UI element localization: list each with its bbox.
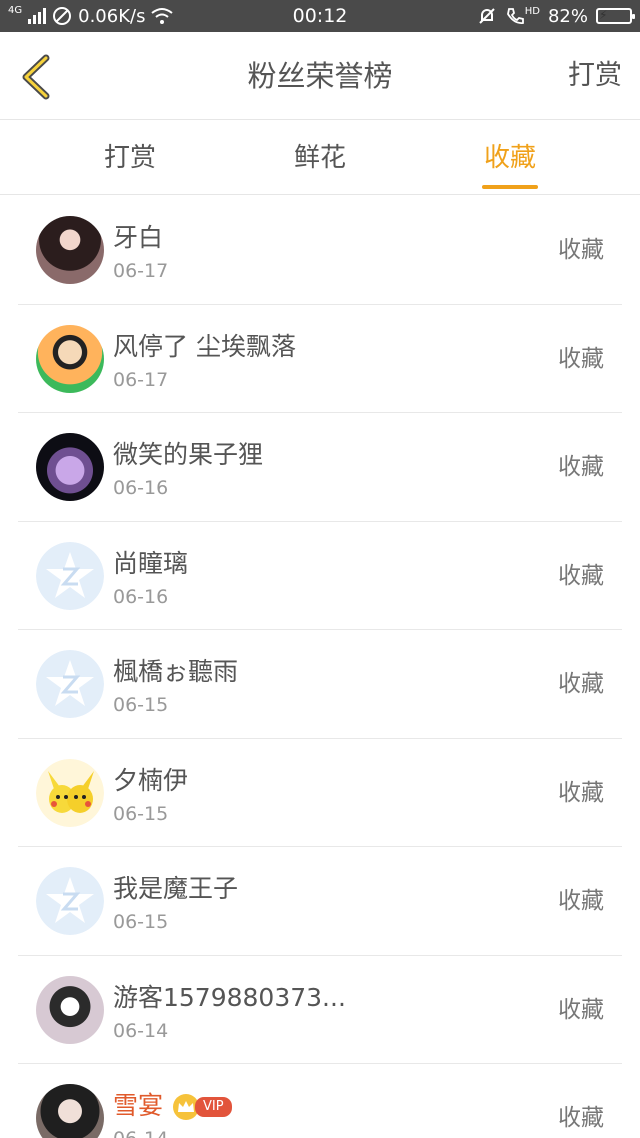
action-label: 收藏: [558, 562, 604, 589]
hd-label: HD: [524, 6, 540, 17]
list-item[interactable]: 尚瞳璃 06-16 收藏: [18, 522, 622, 630]
header: 粉丝荣誉榜 打赏: [0, 32, 640, 120]
user-name: 夕楠伊: [113, 765, 189, 795]
user-name: 牙白: [113, 223, 164, 252]
pikachu-avatar: [36, 758, 104, 827]
user-name: 尚瞳璃: [113, 548, 189, 578]
list-item[interactable]: 风停了 尘埃飘落 06-17 收藏: [18, 305, 622, 413]
battery-percent: 82%: [547, 5, 588, 27]
tab-reward[interactable]: 打赏: [70, 121, 190, 195]
mute-bell-icon: [479, 8, 495, 24]
hd-call-icon: HD: [505, 6, 540, 26]
user-name: 楓橋ぉ聽雨: [113, 657, 239, 686]
tab-active-indicator: [482, 185, 538, 189]
user-name: 游客1579880373...: [113, 982, 346, 1012]
vip-label: VIP: [194, 1097, 232, 1117]
tab-label: 收藏: [483, 143, 536, 173]
action-label: 收藏: [558, 345, 604, 372]
date: 06-16: [113, 477, 169, 499]
page-title: 粉丝荣誉榜: [247, 59, 393, 93]
action-label: 收藏: [558, 888, 604, 914]
user-name: 风停了 尘埃飘落: [113, 331, 296, 361]
default-avatar-icon: [36, 867, 104, 935]
date: 06-15: [113, 911, 169, 933]
list-item[interactable]: 我是魔王子 06-15 收藏: [18, 847, 622, 956]
default-avatar-icon: [36, 650, 104, 718]
action-label: 收藏: [558, 779, 604, 806]
action-label: 收藏: [558, 1105, 604, 1131]
date: 06-17: [113, 368, 169, 391]
status-right: HD 82% ⚡: [477, 0, 635, 32]
date: 06-14: [113, 1019, 169, 1042]
action-label: 收藏: [558, 237, 604, 263]
date: 06-17: [113, 260, 169, 282]
user-name: 微笑的果子狸: [113, 440, 264, 469]
date: 06-16: [113, 585, 169, 608]
tab-label: 打赏: [103, 143, 156, 173]
avatar: [36, 975, 104, 1044]
date: 06-15: [113, 694, 169, 716]
list-item[interactable]: 雪宴 VIP 06-14 收藏: [18, 1064, 622, 1138]
list-item[interactable]: 夕楠伊 06-15 收藏: [18, 739, 622, 847]
list-item[interactable]: 牙白 06-17 收藏: [18, 196, 622, 305]
battery-icon: ⚡: [596, 8, 635, 24]
avatar: [36, 324, 104, 393]
list-item[interactable]: 楓橋ぉ聽雨 06-15 收藏: [18, 630, 622, 739]
tab-label: 鲜花: [293, 143, 346, 173]
action-label: 收藏: [558, 996, 604, 1023]
avatar: [36, 433, 104, 501]
avatar: [36, 216, 104, 284]
tab-favorites[interactable]: 收藏: [450, 121, 570, 195]
reward-button[interactable]: 打赏: [568, 32, 622, 120]
user-name-text: 雪宴: [113, 1091, 164, 1120]
default-avatar-icon: [36, 541, 104, 610]
list-item[interactable]: 游客1579880373... 06-14 收藏: [18, 956, 622, 1064]
list-item[interactable]: 微笑的果子狸 06-16 收藏: [18, 413, 622, 522]
date: 06-14: [113, 1128, 168, 1138]
vip-badge: VIP: [172, 1094, 232, 1120]
user-name: 我是魔王子: [113, 874, 239, 903]
avatar: [36, 1084, 104, 1138]
action-label: 收藏: [558, 454, 604, 480]
status-bar: 4G 0.06K/s 00:12 HD 82% ⚡: [0, 0, 640, 32]
action-label: 收藏: [558, 671, 604, 697]
tab-flowers[interactable]: 鲜花: [260, 121, 380, 195]
user-name: 雪宴 VIP: [113, 1086, 232, 1122]
fan-list: 牙白 06-17 收藏 风停了 尘埃飘落 06-17 收藏 微笑的果子狸 06-…: [18, 196, 622, 1138]
tab-bar: 打赏 鲜花 收藏: [0, 121, 640, 195]
date: 06-15: [113, 802, 169, 825]
